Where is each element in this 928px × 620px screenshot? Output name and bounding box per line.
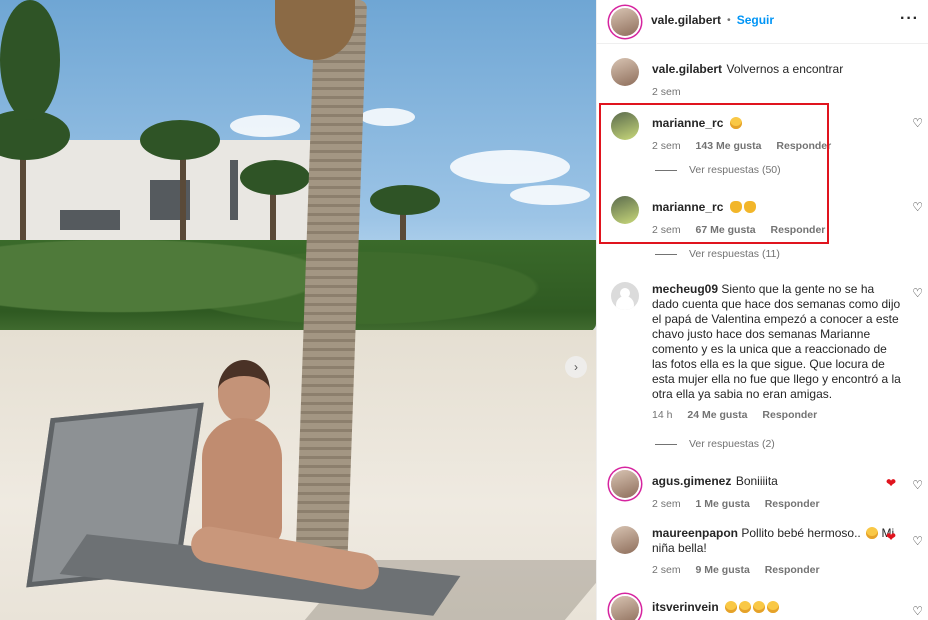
post-photo: › xyxy=(0,0,596,620)
red-heart-emoji: ❤ xyxy=(885,476,896,490)
next-photo-button[interactable]: › xyxy=(565,356,587,378)
red-heart-emoji: ❤ xyxy=(885,530,896,544)
comment-text: Pollito bebé hermoso.. xyxy=(741,526,861,540)
emoji xyxy=(739,601,752,613)
comment-time: 14 h xyxy=(652,409,673,421)
caption-username[interactable]: vale.gilabert xyxy=(652,62,722,76)
reply-button[interactable]: Responder xyxy=(762,409,817,421)
comment-avatar[interactable] xyxy=(611,470,639,498)
reply-button[interactable]: Responder xyxy=(765,564,820,576)
caption-avatar[interactable] xyxy=(611,58,639,86)
comments-panel: vale.gilabert • Seguir ··· vale.gilabert… xyxy=(596,0,928,620)
emoji xyxy=(767,601,780,613)
view-replies-button[interactable]: Ver respuestas (11) xyxy=(655,248,780,260)
author-username[interactable]: vale.gilabert xyxy=(651,13,721,27)
comment-username[interactable]: itsverinvein xyxy=(652,600,719,614)
like-heart-icon[interactable]: ♡ xyxy=(912,116,923,130)
comment-username[interactable]: mecheug09 xyxy=(652,282,718,296)
comment-likes[interactable]: 9 Me gusta xyxy=(696,564,750,576)
like-heart-icon[interactable]: ♡ xyxy=(912,286,923,300)
like-heart-icon[interactable]: ♡ xyxy=(912,478,923,492)
person xyxy=(188,360,382,600)
comment-avatar[interactable] xyxy=(611,526,639,554)
like-heart-icon[interactable]: ♡ xyxy=(912,604,923,618)
highlight-box xyxy=(599,103,829,244)
like-heart-icon[interactable]: ♡ xyxy=(912,534,923,548)
comment-likes[interactable]: 1 Me gusta xyxy=(696,498,750,510)
more-options-icon[interactable]: ··· xyxy=(900,10,919,28)
comment-username[interactable]: maureenpapon xyxy=(652,526,738,540)
chevron-right-icon: › xyxy=(574,360,578,374)
comment-time: 2 sem xyxy=(652,564,681,576)
comment-text: Boniiiita xyxy=(735,474,778,488)
comment-avatar[interactable] xyxy=(611,282,639,310)
comment-likes[interactable]: 24 Me gusta xyxy=(687,409,747,421)
comment-time: 2 sem xyxy=(652,498,681,510)
instagram-post-view: › vale.gilabert • Seguir ··· vale.gilabe… xyxy=(0,0,928,620)
separator-dot: • xyxy=(727,14,731,26)
comment-avatar[interactable] xyxy=(611,596,639,620)
caption-time: 2 sem xyxy=(652,86,681,98)
emoji xyxy=(725,601,738,613)
like-heart-icon[interactable]: ♡ xyxy=(912,200,923,214)
follow-button[interactable]: Seguir xyxy=(737,13,774,27)
post-header: vale.gilabert • Seguir ··· xyxy=(597,0,928,44)
view-replies-button[interactable]: Ver respuestas (2) xyxy=(655,438,775,450)
grinning-face-emoji xyxy=(866,527,879,539)
caption-text: Volvernos a encontrar xyxy=(726,62,844,76)
reply-button[interactable]: Responder xyxy=(765,498,820,510)
comment-text: Siento que la gente no se ha dado cuenta… xyxy=(652,282,901,401)
author-avatar[interactable] xyxy=(611,8,639,36)
emoji xyxy=(753,601,766,613)
comment-username[interactable]: agus.gimenez xyxy=(652,474,731,488)
